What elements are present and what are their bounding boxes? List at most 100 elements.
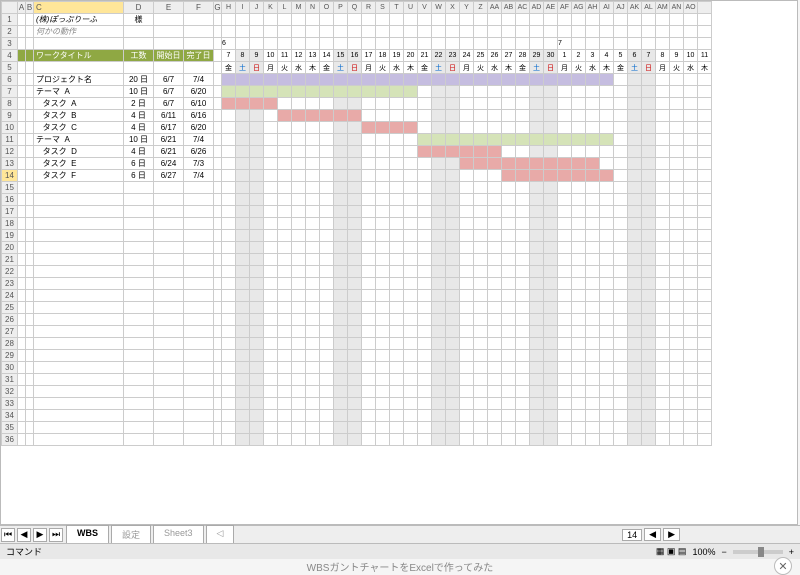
gantt-cell[interactable] <box>684 326 698 338</box>
gantt-cell[interactable] <box>572 242 586 254</box>
gantt-cell[interactable] <box>348 302 362 314</box>
gantt-cell[interactable] <box>684 362 698 374</box>
gantt-cell[interactable] <box>222 134 236 146</box>
col-header[interactable]: M <box>292 2 306 14</box>
gantt-cell[interactable] <box>698 218 712 230</box>
gantt-cell[interactable] <box>236 338 250 350</box>
cell[interactable] <box>184 362 214 374</box>
gantt-cell[interactable] <box>236 290 250 302</box>
gantt-cell[interactable] <box>446 230 460 242</box>
gantt-cell[interactable] <box>348 290 362 302</box>
gantt-cell[interactable] <box>432 278 446 290</box>
gantt-cell[interactable] <box>474 410 488 422</box>
gantt-cell[interactable] <box>516 362 530 374</box>
gantt-cell[interactable] <box>558 98 572 110</box>
gantt-cell[interactable] <box>572 314 586 326</box>
gantt-cell[interactable] <box>628 410 642 422</box>
cell[interactable] <box>184 38 214 50</box>
gantt-cell[interactable] <box>642 338 656 350</box>
gantt-cell[interactable] <box>586 386 600 398</box>
cell[interactable] <box>184 410 214 422</box>
gantt-cell[interactable] <box>684 422 698 434</box>
gantt-cell[interactable] <box>614 374 628 386</box>
cell[interactable] <box>184 338 214 350</box>
gantt-cell[interactable] <box>460 98 474 110</box>
cell[interactable] <box>26 218 34 230</box>
gantt-cell[interactable] <box>376 134 390 146</box>
gantt-cell[interactable] <box>474 182 488 194</box>
gantt-cell[interactable] <box>292 266 306 278</box>
gantt-cell[interactable] <box>698 254 712 266</box>
gantt-cell[interactable] <box>320 242 334 254</box>
cell[interactable] <box>26 194 34 206</box>
row-header[interactable]: 34 <box>2 410 18 422</box>
cell[interactable]: 様 <box>124 14 154 26</box>
cell[interactable] <box>154 14 184 26</box>
gantt-cell[interactable] <box>684 74 698 86</box>
gantt-cell[interactable] <box>418 302 432 314</box>
cell[interactable] <box>184 26 214 38</box>
gantt-cell[interactable] <box>306 158 320 170</box>
gantt-cell[interactable] <box>642 122 656 134</box>
tab-scroll-icon[interactable]: ◁ <box>206 525 235 544</box>
gantt-cell[interactable] <box>516 350 530 362</box>
gantt-cell[interactable] <box>432 338 446 350</box>
gantt-cell[interactable] <box>628 230 642 242</box>
gantt-cell[interactable] <box>516 326 530 338</box>
gantt-cell[interactable] <box>250 386 264 398</box>
gantt-cell[interactable] <box>320 386 334 398</box>
gantt-cell[interactable] <box>586 278 600 290</box>
cell[interactable] <box>26 206 34 218</box>
gantt-cell[interactable] <box>600 98 614 110</box>
gantt-cell[interactable] <box>460 230 474 242</box>
gantt-cell[interactable] <box>460 86 474 98</box>
gantt-cell[interactable] <box>320 350 334 362</box>
gantt-cell[interactable] <box>684 98 698 110</box>
gantt-cell[interactable] <box>474 134 488 146</box>
gantt-cell[interactable] <box>460 170 474 182</box>
gantt-cell[interactable] <box>488 410 502 422</box>
gantt-cell[interactable] <box>278 254 292 266</box>
gantt-cell[interactable] <box>292 242 306 254</box>
col-header[interactable]: Z <box>474 2 488 14</box>
gantt-cell[interactable] <box>656 74 670 86</box>
cell[interactable] <box>18 386 26 398</box>
cell[interactable] <box>26 374 34 386</box>
gantt-cell[interactable] <box>250 158 264 170</box>
gantt-cell[interactable] <box>558 362 572 374</box>
gantt-cell[interactable] <box>264 350 278 362</box>
gantt-cell[interactable] <box>502 206 516 218</box>
view-icons[interactable]: ▦ ▣ ▤ <box>656 546 687 557</box>
gantt-cell[interactable] <box>628 158 642 170</box>
gantt-cell[interactable] <box>362 242 376 254</box>
gantt-cell[interactable] <box>222 386 236 398</box>
cell[interactable] <box>18 410 26 422</box>
gantt-cell[interactable] <box>306 206 320 218</box>
cell[interactable] <box>154 26 184 38</box>
cell[interactable] <box>18 242 26 254</box>
gantt-cell[interactable] <box>530 146 544 158</box>
gantt-cell[interactable] <box>670 254 684 266</box>
gantt-cell[interactable] <box>348 314 362 326</box>
gantt-cell[interactable] <box>348 98 362 110</box>
gantt-cell[interactable] <box>488 350 502 362</box>
gantt-cell[interactable] <box>670 398 684 410</box>
gantt-cell[interactable] <box>544 110 558 122</box>
zoom-slider[interactable] <box>733 550 783 554</box>
gantt-cell[interactable] <box>306 434 320 446</box>
gantt-cell[interactable] <box>460 122 474 134</box>
gantt-cell[interactable] <box>698 122 712 134</box>
gantt-cell[interactable] <box>670 422 684 434</box>
gantt-cell[interactable] <box>376 254 390 266</box>
cell[interactable] <box>18 350 26 362</box>
gantt-cell[interactable] <box>264 218 278 230</box>
cell[interactable] <box>214 422 222 434</box>
gantt-cell[interactable] <box>320 230 334 242</box>
gantt-cell[interactable] <box>544 398 558 410</box>
gantt-cell[interactable] <box>278 290 292 302</box>
gantt-cell[interactable] <box>390 182 404 194</box>
gantt-cell[interactable] <box>376 386 390 398</box>
gantt-cell[interactable] <box>684 386 698 398</box>
cell[interactable] <box>154 242 184 254</box>
gantt-cell[interactable] <box>558 278 572 290</box>
